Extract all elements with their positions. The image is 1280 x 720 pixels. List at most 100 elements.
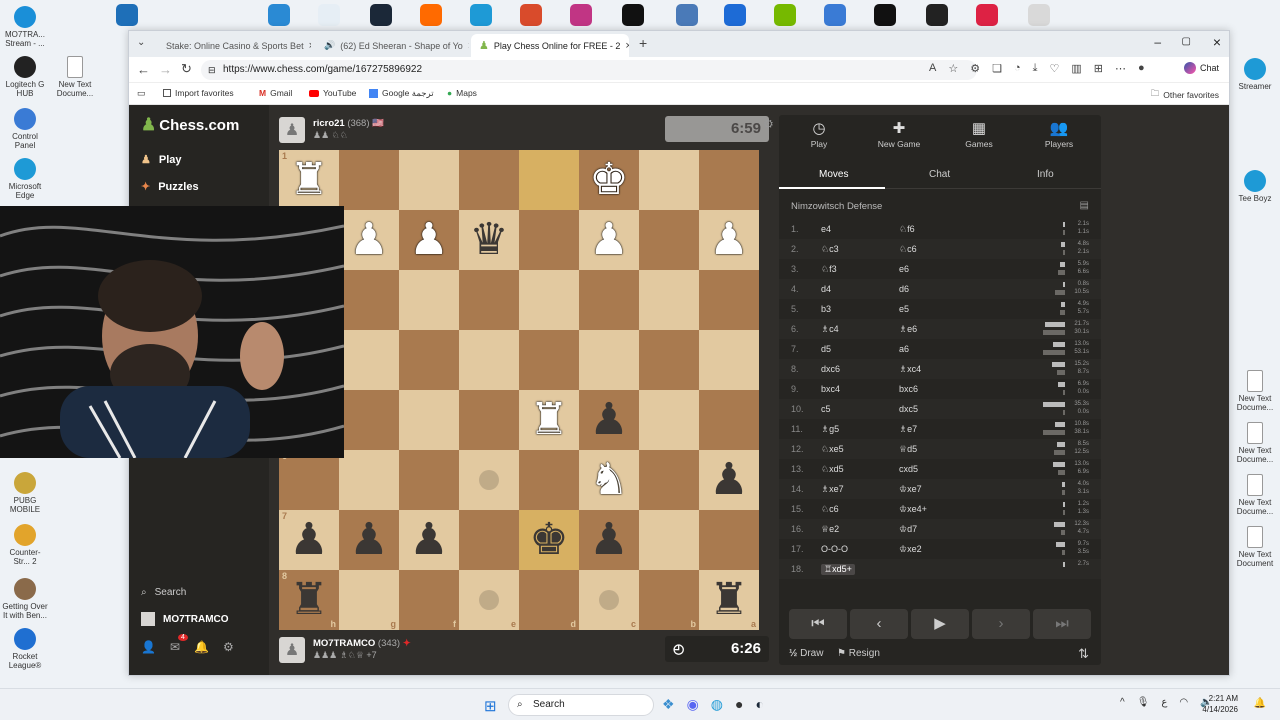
desktop-shortcut-icon[interactable] bbox=[976, 4, 998, 26]
desktop-shortcut-icon[interactable] bbox=[470, 4, 492, 26]
tray-chevron-icon[interactable]: ^ bbox=[1120, 697, 1125, 708]
tab-chat[interactable]: Chat bbox=[929, 169, 950, 180]
desktop-shortcut-icon[interactable] bbox=[824, 4, 846, 26]
black-move[interactable]: e6 bbox=[899, 264, 909, 274]
close-tab-icon[interactable]: × bbox=[468, 40, 469, 52]
player-name[interactable]: MO7TRAMCO (343) ✦ bbox=[313, 638, 411, 649]
black-move[interactable]: ♗xc4 bbox=[899, 364, 921, 375]
black-pawn[interactable]: ♟ bbox=[709, 458, 748, 502]
board-square[interactable] bbox=[699, 270, 759, 330]
copilot-chat-button[interactable]: Chat bbox=[1183, 62, 1219, 74]
black-move[interactable]: dxc5 bbox=[899, 404, 918, 414]
desktop-shortcut-icon[interactable] bbox=[370, 4, 392, 26]
close-window-icon[interactable]: × bbox=[1213, 34, 1221, 50]
tab-stake[interactable]: Stake: Online Casino & Sports Bet× bbox=[153, 34, 311, 57]
collections-icon[interactable]: ❏ bbox=[992, 62, 1002, 75]
fav-maps[interactable]: ● Maps bbox=[447, 88, 477, 98]
download-icon[interactable]: ⤓ bbox=[1033, 62, 1038, 75]
read-aloud-icon[interactable]: A bbox=[929, 62, 936, 75]
extensions-icon[interactable]: ⚙ bbox=[970, 62, 980, 75]
white-move[interactable]: ♘f3 bbox=[821, 264, 837, 275]
white-move[interactable]: ♘c3 bbox=[821, 244, 839, 255]
panel-tab-players[interactable]: 👥 Players bbox=[1019, 119, 1099, 149]
last-move-button[interactable]: ⏭ bbox=[1033, 609, 1091, 639]
fav-translate[interactable]: Google ترجمة bbox=[369, 88, 434, 99]
desktop-icon[interactable]: New Text Docume... bbox=[1232, 422, 1278, 464]
white-pawn[interactable]: ♟ bbox=[349, 218, 388, 262]
board-square[interactable] bbox=[519, 210, 579, 270]
white-move[interactable]: O-O-O bbox=[821, 544, 848, 554]
board-square[interactable] bbox=[519, 330, 579, 390]
board-square[interactable]: ♟ bbox=[339, 210, 399, 270]
white-move[interactable]: ♕e2 bbox=[821, 524, 839, 535]
desktop-shortcut-icon[interactable] bbox=[570, 4, 592, 26]
desktop-shortcut-icon[interactable] bbox=[926, 4, 948, 26]
fav-import[interactable]: Import favorites bbox=[163, 88, 234, 98]
friends-icon[interactable]: 👤 bbox=[141, 640, 156, 654]
play-moves-button[interactable]: ▶ bbox=[911, 609, 969, 639]
settings-gear-icon[interactable]: ⚙ bbox=[223, 640, 234, 654]
desktop-shortcut-icon[interactable] bbox=[676, 4, 698, 26]
white-knight[interactable]: ♞ bbox=[589, 458, 628, 502]
board-square[interactable]: ♟ bbox=[579, 390, 639, 450]
desktop-shortcut-icon[interactable] bbox=[520, 4, 542, 26]
panel-tab-games[interactable]: ▦ Games bbox=[939, 119, 1019, 149]
minimize-icon[interactable]: – bbox=[1154, 35, 1161, 49]
back-icon[interactable]: ← bbox=[137, 62, 150, 77]
black-pawn[interactable]: ♟ bbox=[589, 398, 628, 442]
sidebar-user[interactable]: MO7TRAMCO bbox=[141, 612, 229, 626]
board-square[interactable] bbox=[459, 150, 519, 210]
profile-icon[interactable]: ● bbox=[1138, 62, 1145, 75]
board-square[interactable] bbox=[399, 270, 459, 330]
board-square[interactable] bbox=[399, 150, 459, 210]
desktop-icon[interactable]: MO7TRA... Stream - ... bbox=[2, 6, 48, 48]
desktop-shortcut-icon[interactable] bbox=[622, 4, 644, 26]
black-move[interactable]: ♔d7 bbox=[899, 524, 917, 535]
black-queen[interactable]: ♛ bbox=[469, 218, 508, 262]
heart-icon[interactable]: ♡ bbox=[1050, 62, 1060, 75]
fav-gmail[interactable]: M Gmail bbox=[259, 88, 292, 98]
board-square[interactable]: ♚ bbox=[519, 510, 579, 570]
white-move[interactable]: ♘xd5 bbox=[821, 464, 844, 475]
desktop-icon[interactable]: Streamer bbox=[1232, 58, 1278, 91]
tab-actions-icon[interactable]: ⌄ bbox=[137, 37, 145, 48]
board-settings-icon[interactable]: ⚙ bbox=[763, 117, 774, 131]
desktop-shortcut-icon[interactable] bbox=[116, 4, 138, 26]
board-square[interactable]: ♚ bbox=[579, 150, 639, 210]
favorite-star-icon[interactable]: ☆ bbox=[948, 62, 958, 75]
steam-taskbar-icon[interactable]: ◐ bbox=[755, 696, 763, 713]
black-move[interactable]: cxd5 bbox=[899, 464, 918, 474]
board-square[interactable]: b bbox=[639, 570, 699, 630]
white-move[interactable]: ♘c6 bbox=[821, 504, 839, 515]
desktop-shortcut-icon[interactable] bbox=[774, 4, 796, 26]
desktop-icon[interactable]: Counter-Str... 2 bbox=[2, 524, 48, 566]
resign-button[interactable]: ⚑ Resign bbox=[837, 648, 880, 659]
black-move[interactable]: ♔xe4+ bbox=[899, 504, 927, 515]
white-king[interactable]: ♚ bbox=[589, 158, 628, 202]
maximize-icon[interactable]: ▢ bbox=[1182, 36, 1191, 47]
desktop-icon[interactable]: Getting Over It with Ben... bbox=[2, 578, 48, 620]
board-square[interactable] bbox=[459, 330, 519, 390]
tab-info[interactable]: Info bbox=[1037, 169, 1054, 180]
board-square[interactable] bbox=[639, 150, 699, 210]
board-square[interactable] bbox=[399, 450, 459, 510]
board-square[interactable] bbox=[639, 330, 699, 390]
black-pawn[interactable]: ♟ bbox=[289, 518, 328, 562]
board-square[interactable] bbox=[699, 390, 759, 450]
other-favorites[interactable]: 🗀 Other favorites bbox=[1151, 88, 1219, 102]
board-square[interactable] bbox=[399, 330, 459, 390]
opponent-avatar[interactable]: ♟ bbox=[279, 117, 305, 143]
start-icon[interactable]: ⊞ bbox=[484, 697, 497, 715]
new-tab-icon[interactable]: + bbox=[639, 35, 647, 51]
chess-logo[interactable]: ♟ Chess.com bbox=[141, 115, 239, 135]
board-square[interactable]: ♟ bbox=[339, 510, 399, 570]
sidebar-item-puzzles[interactable]: ✦ Puzzles bbox=[141, 180, 199, 194]
clock-date[interactable]: 2:21 AM 4/14/2026 bbox=[1202, 693, 1238, 715]
board-square[interactable] bbox=[639, 510, 699, 570]
board-square[interactable]: e bbox=[459, 570, 519, 630]
tab-youtube[interactable]: 🔊(62) Ed Sheeran - Shape of Yo× bbox=[311, 34, 469, 57]
legal-move-dot[interactable] bbox=[479, 590, 499, 610]
board-square[interactable] bbox=[459, 390, 519, 450]
taskbar-search[interactable]: ⌕ Search bbox=[508, 694, 654, 716]
desktop-icon[interactable]: New Text Docume... bbox=[1232, 370, 1278, 412]
